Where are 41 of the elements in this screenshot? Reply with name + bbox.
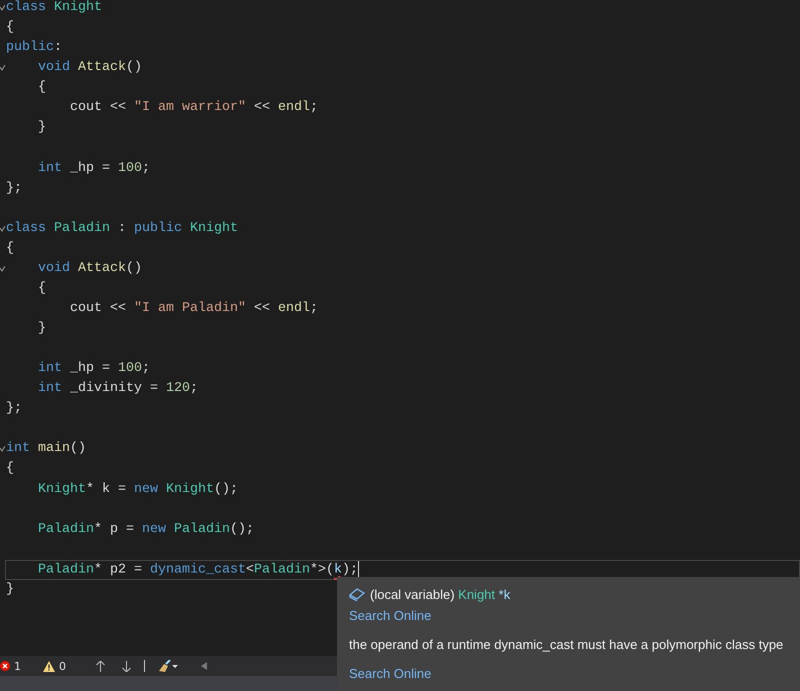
search-online-link[interactable]: Search Online xyxy=(349,608,792,623)
code-line: void Attack() xyxy=(36,260,143,278)
code-line: int _hp = 100; xyxy=(36,160,151,178)
fold-chevron-icon[interactable] xyxy=(0,226,5,232)
fold-chevron-icon[interactable] xyxy=(0,266,5,272)
hover-signature: (local variable) Knight *k xyxy=(370,586,510,602)
down-arrow-icon[interactable] xyxy=(122,660,131,672)
code-line: Paladin* p = new Paladin(); xyxy=(36,520,255,539)
code-line: public: xyxy=(5,39,63,58)
scroll-left-icon[interactable] xyxy=(201,662,207,670)
code-line: }; xyxy=(5,400,23,418)
code-line: void Attack() xyxy=(36,59,143,78)
code-line: } xyxy=(36,320,47,338)
fold-chevron-icon[interactable] xyxy=(0,446,5,452)
code-line: { xyxy=(36,280,47,298)
code-line: cout << "I am Paladin" << endl; xyxy=(68,300,319,318)
search-online-link[interactable]: Search Online xyxy=(349,666,792,681)
code-line: { xyxy=(5,19,15,38)
error-message: the operand of a runtime dynamic_cast must have a polymorphic class type xyxy=(349,637,784,652)
code-line: { xyxy=(36,79,47,98)
code-line: Knight* k = new Knight(); xyxy=(36,480,239,499)
warning-count[interactable]: 0 xyxy=(59,660,66,672)
code-line: int main() xyxy=(5,440,87,458)
code-line: int _divinity = 120; xyxy=(36,380,199,398)
code-line: } xyxy=(5,580,15,599)
code-line: class Paladin : public Knight xyxy=(5,220,239,238)
up-arrow-icon[interactable] xyxy=(96,660,105,672)
fold-chevron-icon[interactable] xyxy=(0,65,5,72)
code-line: { xyxy=(5,460,15,478)
warning-icon[interactable] xyxy=(43,660,55,672)
error-icon[interactable] xyxy=(0,661,10,671)
variable-icon xyxy=(349,587,365,601)
fold-chevron-icon[interactable] xyxy=(0,5,5,12)
code-line: cout << "I am warrior" << endl; xyxy=(68,99,319,118)
code-line: { xyxy=(5,240,15,258)
code-line: } xyxy=(36,119,47,138)
error-count[interactable]: 1 xyxy=(14,660,21,672)
code-line: class Knight xyxy=(5,0,103,18)
code-line: }; xyxy=(5,180,23,198)
code-line: int _hp = 100; xyxy=(36,360,151,378)
brush-icon[interactable] xyxy=(157,660,178,672)
